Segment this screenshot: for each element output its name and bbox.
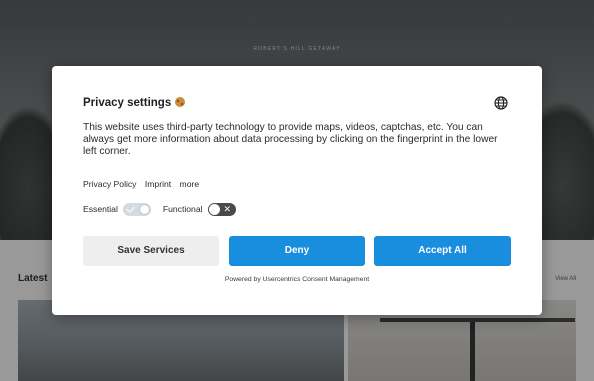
functional-toggle[interactable]: ✕ [207, 202, 236, 216]
cookie-icon [175, 97, 186, 107]
toggle-knob [208, 203, 220, 215]
checkmark-icon [126, 203, 135, 213]
dialog-title: Privacy settings [83, 97, 186, 109]
privacy-policy-link[interactable]: Privacy Policy [83, 179, 136, 189]
privacy-settings-dialog: Privacy settings This website uses third… [52, 66, 542, 315]
essential-toggle-label: Essential [83, 204, 118, 214]
language-selector-button[interactable] [494, 96, 508, 110]
dialog-description: This website uses third-party technology… [83, 122, 498, 157]
globe-icon [494, 96, 508, 110]
links-row: Privacy Policy Imprint more [83, 179, 205, 189]
dialog-title-text: Privacy settings [83, 97, 172, 109]
save-services-button[interactable]: Save Services [83, 236, 219, 266]
essential-toggle [122, 202, 151, 216]
accept-all-button[interactable]: Accept All [374, 236, 511, 266]
more-link[interactable]: more [180, 179, 200, 189]
deny-button[interactable]: Deny [229, 236, 365, 266]
close-icon: ✕ [223, 203, 232, 214]
functional-toggle-label: Functional [162, 204, 203, 214]
powered-by-text: Powered by Usercentrics Consent Manageme… [224, 276, 370, 283]
imprint-link[interactable]: Imprint [145, 179, 171, 189]
category-toggles: Essential Functional ✕ [83, 202, 236, 216]
toggle-knob [138, 203, 150, 215]
